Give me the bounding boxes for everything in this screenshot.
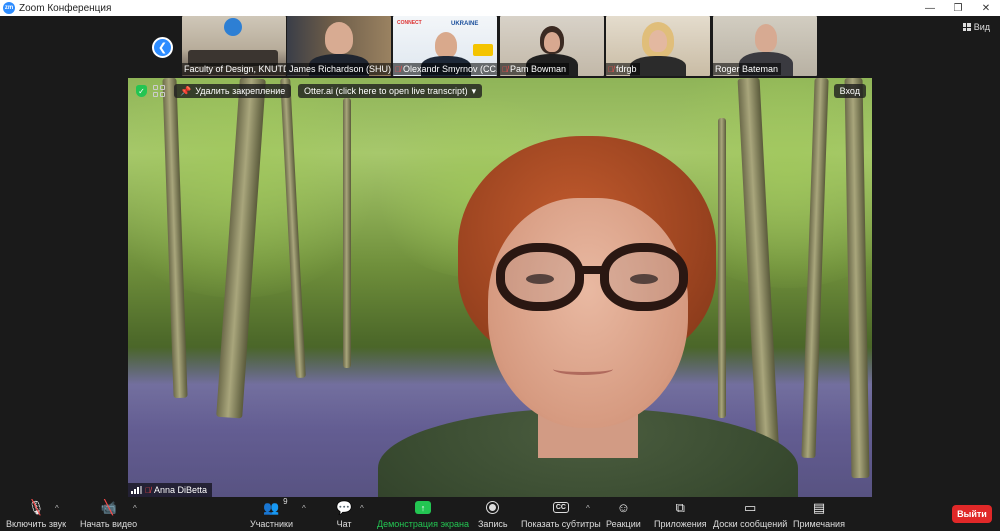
thumbnail-name-label: 🎙̸ Olexandr Smyrnov (CC...	[393, 63, 497, 75]
enter-button[interactable]: Вход	[833, 84, 866, 98]
meeting-toolbar: 🎙 ╲ Включить звук ^ 📹 ╲ Начать видео ^ 👥 9 …	[0, 497, 1000, 531]
leave-button[interactable]: Выйти	[952, 505, 992, 523]
strip-previous-button[interactable]: ❮	[152, 37, 173, 58]
thumbnail-name-label: James Richardson (SHU)	[287, 63, 391, 75]
apps-icon: ⧉	[675, 499, 685, 515]
start-video-button[interactable]: 📹 ╲ Начать видео	[80, 499, 137, 529]
zoom-logo-icon: zm	[3, 2, 15, 14]
dropdown-caret-icon: ▾	[471, 85, 477, 96]
reactions-button[interactable]: ☺ Реакции	[606, 500, 641, 529]
thumbnail-name-label: 🎙̸ Pam Bowman	[500, 63, 570, 75]
captions-options-caret[interactable]: ^	[586, 504, 590, 513]
video-off-icon: 📹 ╲	[100, 499, 117, 515]
participants-icon: 👥 9	[263, 497, 288, 515]
window-title: Zoom Конференция	[19, 2, 112, 14]
view-button[interactable]: Вид	[962, 22, 990, 32]
encryption-shield-icon[interactable]: ✓	[136, 85, 147, 97]
participants-button[interactable]: 👥 9 Участники	[250, 497, 293, 529]
signal-strength-icon	[131, 486, 142, 494]
title-bar: zm Zoom Конференция — ❐ ✕	[0, 0, 1000, 16]
glasses-left	[496, 243, 584, 311]
participant-thumbnail[interactable]: 🎙̸ Pam Bowman	[500, 16, 604, 76]
main-speaker-video[interactable]: ✓ 📌 Удалить закрепление Otter.ai (click …	[128, 78, 872, 497]
smiley-icon: ☺	[616, 500, 631, 515]
close-button[interactable]: ✕	[972, 0, 1000, 16]
participant-thumbnail[interactable]: James Richardson (SHU)	[287, 16, 391, 76]
share-screen-icon: ↑	[414, 501, 431, 514]
participant-thumbnail[interactable]: Roger Bateman	[713, 16, 817, 76]
audio-options-caret[interactable]: ^	[55, 504, 59, 513]
thumbnail-name-label: Faculty of Design, KNUTD	[182, 63, 286, 75]
mic-muted-icon: 🎙̸	[145, 485, 151, 495]
otter-transcript-button[interactable]: Otter.ai (click here to open live transc…	[298, 84, 483, 98]
view-grid-icon	[962, 23, 971, 31]
maximize-button[interactable]: ❐	[944, 0, 972, 16]
mic-muted-icon: 🎙̸	[502, 64, 508, 74]
pin-icon: 📌	[180, 85, 192, 96]
mic-muted-icon: 🎙 ╲	[27, 499, 45, 515]
chat-icon: 💬	[336, 499, 353, 515]
unpin-button[interactable]: 📌 Удалить закрепление	[174, 84, 292, 98]
participant-strip: ❮ Faculty of Design, KNUTD James Richard…	[0, 16, 1000, 78]
apps-button[interactable]: ⧉ Приложения	[654, 499, 707, 530]
participant-thumbnail[interactable]: CONNECT UKRAINE 🎙̸ Olexandr Smyrnov (CC..…	[393, 16, 497, 76]
thumbnail-name-label: 🎙̸ fdrgb	[606, 63, 640, 75]
record-button[interactable]: Запись	[478, 500, 508, 529]
chat-button[interactable]: 💬 Чат	[336, 499, 353, 530]
mic-muted-icon: 🎙̸	[395, 64, 401, 74]
glasses-right	[600, 243, 688, 311]
mic-muted-icon: 🎙̸	[608, 64, 614, 74]
notes-icon: ▤	[812, 499, 826, 515]
speaker-name-tag: 🎙̸ Anna DiBetta	[128, 483, 213, 497]
participant-thumbnail[interactable]: Faculty of Design, KNUTD	[182, 16, 286, 76]
participants-options-caret[interactable]: ^	[302, 504, 306, 513]
notes-button[interactable]: ▤ Примечания	[793, 499, 845, 530]
speaker-face	[488, 198, 688, 428]
chat-options-caret[interactable]: ^	[360, 504, 364, 513]
participant-thumbnail[interactable]: 🎙̸ fdrgb	[606, 16, 710, 76]
thumbnail-name-label: Roger Bateman	[713, 63, 782, 75]
share-screen-button[interactable]: ↑ Демонстрация экрана	[377, 500, 469, 529]
record-icon	[486, 501, 500, 514]
closed-captions-icon: CC	[552, 502, 569, 513]
minimize-button[interactable]: —	[916, 0, 944, 16]
whiteboards-button[interactable]: ▭ Доски сообщений	[713, 499, 787, 530]
layout-grid-icon[interactable]	[152, 84, 166, 98]
whiteboard-icon: ▭	[743, 499, 757, 515]
video-options-caret[interactable]: ^	[133, 504, 137, 513]
